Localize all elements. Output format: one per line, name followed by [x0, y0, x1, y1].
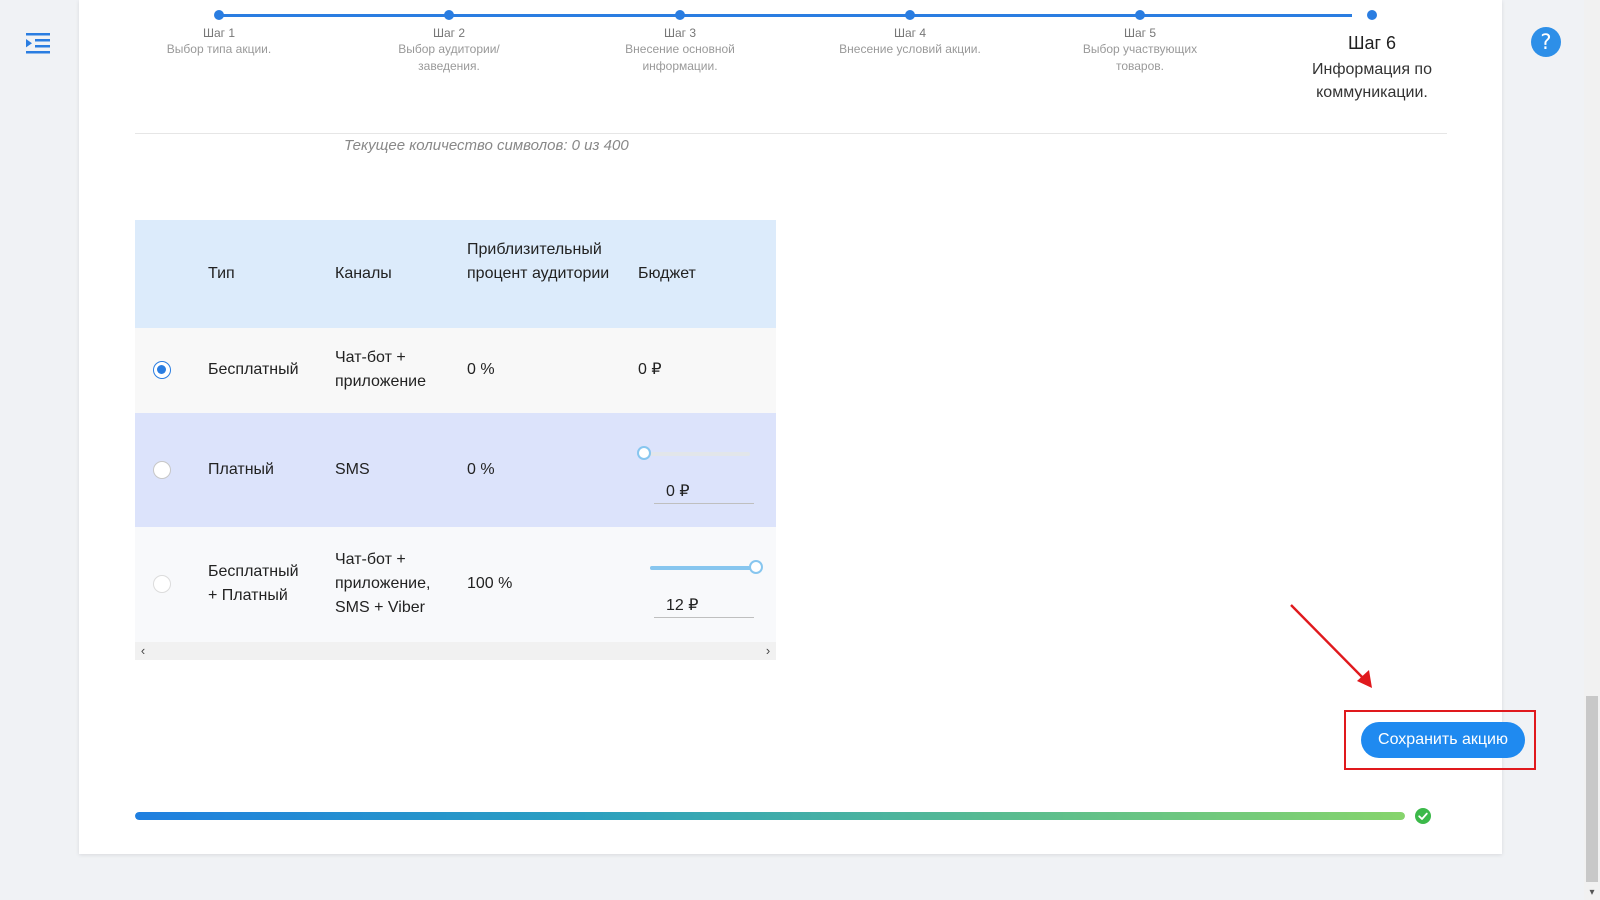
progress-fill — [135, 812, 1405, 820]
help-icon[interactable]: ? — [1531, 27, 1561, 57]
slider-thumb[interactable] — [637, 446, 651, 460]
step-dot — [444, 10, 454, 20]
cell-type: Бесплатный — [208, 361, 299, 378]
check-circle-icon — [1415, 808, 1431, 824]
step-number: Шаг 3 — [663, 26, 697, 40]
save-promotion-button[interactable]: Сохранить акцию — [1361, 722, 1525, 758]
cell-type: Бесплатный + Платный — [208, 563, 299, 604]
table-header: Тип Каналы Приблизительный процент аудит… — [135, 220, 776, 328]
scroll-thumb[interactable] — [1586, 696, 1598, 882]
step-dot — [675, 10, 685, 20]
cell-channels: Чат-бот + приложение — [335, 349, 427, 390]
char-count-text: Текущее количество символов: 0 из 400 — [344, 137, 629, 154]
step-description: Выбор участвующих товаров. — [1082, 42, 1198, 73]
annotation-arrow — [1290, 604, 1372, 688]
cell-percent: 100 % — [467, 575, 513, 592]
step-5[interactable]: Шаг 5 Выбор участвующих товаров. — [1050, 10, 1230, 75]
step-dot — [1135, 10, 1145, 20]
budget-input[interactable] — [654, 592, 754, 618]
chevron-left-icon[interactable]: ‹ — [135, 642, 151, 660]
header-audience-percent: Приблизительный процент аудитории — [467, 241, 610, 282]
page-scrollbar[interactable]: ▾ — [1584, 0, 1600, 900]
step-number: Шаг 5 — [1123, 26, 1157, 40]
step-6[interactable]: Шаг 6 Информация по коммуникации. — [1282, 10, 1462, 104]
step-2[interactable]: Шаг 2 Выбор аудитории/заведения. — [359, 10, 539, 75]
menu-collapse-icon[interactable] — [24, 29, 52, 57]
cell-channels: Чат-бот + приложение, SMS + Viber — [335, 551, 431, 616]
divider — [135, 133, 1447, 134]
step-dot — [214, 10, 224, 20]
step-4[interactable]: Шаг 4 Внесение условий акции. — [820, 10, 1000, 58]
main-card: Шаг 1 Выбор типа акции. Шаг 2 Выбор ауди… — [79, 0, 1536, 854]
table-row[interactable]: Платный SMS 0 % — [135, 413, 776, 527]
progress-bar — [135, 812, 1405, 820]
cell-budget: 0 ₽ — [638, 361, 662, 378]
step-description: Выбор типа акции. — [166, 42, 272, 56]
table-row[interactable]: Бесплатный + Платный Чат-бот + приложени… — [135, 527, 776, 642]
step-1[interactable]: Шаг 1 Выбор типа акции. — [129, 10, 309, 58]
step-dot — [1367, 10, 1377, 20]
radio-free[interactable] — [153, 361, 171, 379]
step-number: Шаг 2 — [432, 26, 466, 40]
scroll-down-arrow-icon[interactable]: ▾ — [1586, 886, 1598, 900]
slider-thumb[interactable] — [749, 560, 763, 574]
step-number: Шаг 6 — [1347, 33, 1397, 53]
header-channels: Каналы — [335, 265, 392, 282]
step-description: Внесение условий акции. — [839, 42, 981, 56]
step-dot — [905, 10, 915, 20]
header-type: Тип — [208, 265, 235, 282]
cell-percent: 0 % — [467, 361, 495, 378]
budget-slider[interactable] — [650, 560, 763, 574]
chevron-right-icon[interactable]: › — [760, 642, 776, 660]
cell-channels: SMS — [335, 461, 370, 478]
cell-percent: 0 % — [467, 461, 495, 478]
step-number: Шаг 1 — [202, 26, 236, 40]
communication-table: Тип Каналы Приблизительный процент аудит… — [135, 220, 776, 660]
cell-type: Платный — [208, 461, 274, 478]
budget-input[interactable] — [654, 478, 754, 504]
horizontal-scrollbar[interactable]: ‹ › — [135, 642, 776, 660]
step-description: Выбор аудитории/заведения. — [398, 42, 500, 73]
step-number: Шаг 4 — [893, 26, 927, 40]
radio-paid[interactable] — [153, 461, 171, 479]
budget-slider[interactable] — [637, 446, 750, 460]
step-3[interactable]: Шаг 3 Внесение основной информации. — [590, 10, 770, 75]
header-budget: Бюджет — [638, 265, 696, 282]
step-description: Внесение основной информации. — [625, 42, 735, 73]
table-row[interactable]: Бесплатный Чат-бот + приложение 0 % 0 ₽ — [135, 328, 776, 413]
slider-fill — [650, 566, 756, 570]
radio-free-plus-paid[interactable] — [153, 575, 171, 593]
step-description: Информация по коммуникации. — [1312, 61, 1432, 101]
